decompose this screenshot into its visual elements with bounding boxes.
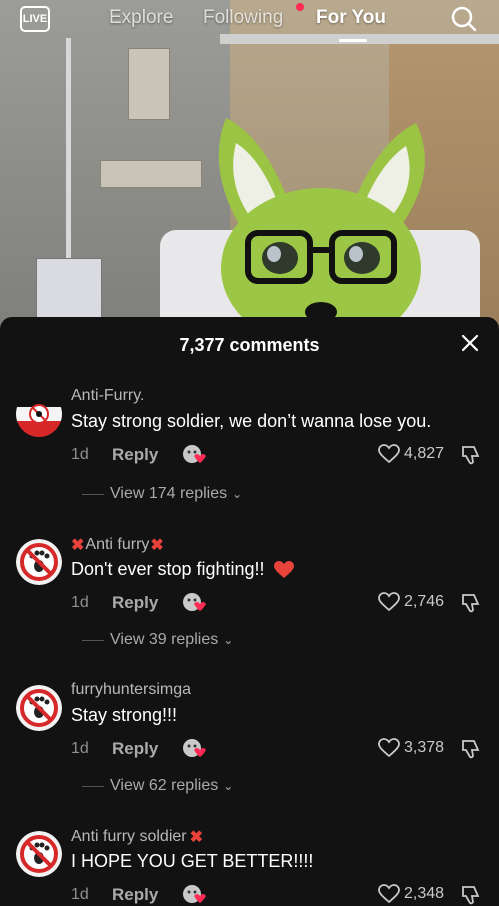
view-replies-label: View 39 replies xyxy=(110,631,219,648)
comments-count-title: 7,377 comments xyxy=(179,335,320,355)
like-button[interactable]: 2,746 xyxy=(378,592,444,612)
like-button[interactable]: 4,827 xyxy=(378,444,444,464)
comment-item: ✖ Anti furry ✖ Don't ever stop fighting!… xyxy=(0,527,499,673)
active-tab-indicator xyxy=(339,39,367,42)
flag-avatar[interactable] xyxy=(16,391,62,437)
view-replies-label: View 174 replies xyxy=(110,485,228,502)
heart-icon xyxy=(378,444,400,464)
like-count: 4,827 xyxy=(404,445,445,462)
comment-username[interactable]: ✖ Anti furry ✖ xyxy=(71,535,164,555)
no-paw-avatar[interactable] xyxy=(16,685,62,731)
comment-text-label: Don't ever stop fighting!! xyxy=(71,559,265,579)
wall-panel xyxy=(100,160,202,188)
emoji-reaction-icon[interactable] xyxy=(181,883,209,905)
reply-button[interactable]: Reply xyxy=(112,445,158,465)
like-button[interactable]: 2,348 xyxy=(378,884,444,904)
comment-username[interactable]: furryhuntersimga xyxy=(71,681,191,699)
divider xyxy=(82,493,104,495)
notification-dot xyxy=(296,3,304,11)
live-button[interactable]: LIVE xyxy=(20,6,50,32)
red-x-icon: ✖ xyxy=(71,537,85,554)
emoji-reaction-icon[interactable] xyxy=(181,737,209,759)
chevron-down-icon: ⌄ xyxy=(223,779,234,793)
comment-time: 1d xyxy=(71,740,89,757)
view-replies-label: View 62 replies xyxy=(110,777,219,794)
dislike-icon[interactable] xyxy=(460,738,482,760)
view-replies-button[interactable]: View 39 replies ⌄ xyxy=(82,631,233,649)
top-navigation: LIVE Explore Following For You xyxy=(0,0,499,42)
tab-following[interactable]: Following xyxy=(203,7,283,29)
dislike-icon[interactable] xyxy=(460,884,482,906)
chevron-down-icon: ⌄ xyxy=(232,487,243,501)
view-replies-button[interactable]: View 174 replies ⌄ xyxy=(82,485,242,503)
comment-time: 1d xyxy=(71,886,89,903)
emoji-reaction-icon[interactable] xyxy=(181,591,209,613)
red-x-icon: ✖ xyxy=(189,829,203,846)
red-heart-emoji xyxy=(273,560,294,578)
username-label: Anti furry soldier xyxy=(71,828,187,845)
divider xyxy=(82,785,104,787)
username-label: Anti furry xyxy=(85,536,150,553)
comment-item: Anti furry soldier ✖ I HOPE YOU GET BETT… xyxy=(0,819,499,905)
comment-text: Stay strong soldier, we don’t wanna lose… xyxy=(71,411,432,431)
comment-item: furryhuntersimga Stay strong!!! 1d Reply… xyxy=(0,673,499,819)
search-icon[interactable] xyxy=(450,5,478,33)
like-count: 2,746 xyxy=(404,593,445,610)
heart-icon xyxy=(378,592,400,612)
reply-button[interactable]: Reply xyxy=(112,885,158,905)
no-paw-avatar[interactable] xyxy=(16,539,62,585)
like-button[interactable]: 3,378 xyxy=(378,738,444,758)
chevron-down-icon: ⌄ xyxy=(223,633,234,647)
fursuit-head-image xyxy=(218,118,425,330)
heart-icon xyxy=(378,884,400,904)
divider xyxy=(82,639,104,641)
heart-icon xyxy=(378,738,400,758)
comment-username[interactable]: Anti-Furry. xyxy=(71,387,144,405)
like-count: 3,378 xyxy=(404,739,445,756)
like-count: 2,348 xyxy=(404,885,445,902)
comment-text: I HOPE YOU GET BETTER!!!! xyxy=(71,851,314,871)
tab-for-you[interactable]: For You xyxy=(316,7,386,29)
red-x-icon: ✖ xyxy=(150,537,164,554)
comment-username[interactable]: Anti furry soldier ✖ xyxy=(71,827,203,847)
comments-sheet: 7,377 comments Anti-Furry. Stay strong s… xyxy=(0,317,499,905)
emoji-reaction-icon[interactable] xyxy=(181,443,209,465)
no-paw-avatar[interactable] xyxy=(16,831,62,877)
reply-button[interactable]: Reply xyxy=(112,593,158,613)
close-icon[interactable] xyxy=(458,331,482,355)
dislike-icon[interactable] xyxy=(460,592,482,614)
iv-machine xyxy=(36,258,102,320)
tab-explore[interactable]: Explore xyxy=(109,7,173,29)
comment-item: Anti-Furry. Stay strong soldier, we don’… xyxy=(0,379,499,525)
view-replies-button[interactable]: View 62 replies ⌄ xyxy=(82,777,233,795)
comment-time: 1d xyxy=(71,446,89,463)
reply-button[interactable]: Reply xyxy=(112,739,158,759)
wall-panel xyxy=(128,48,170,120)
comment-text: Stay strong!!! xyxy=(71,705,178,725)
video-frame[interactable] xyxy=(0,0,499,330)
comment-time: 1d xyxy=(71,594,89,611)
comment-text: Don't ever stop fighting!! xyxy=(71,559,295,580)
dislike-icon[interactable] xyxy=(460,444,482,466)
